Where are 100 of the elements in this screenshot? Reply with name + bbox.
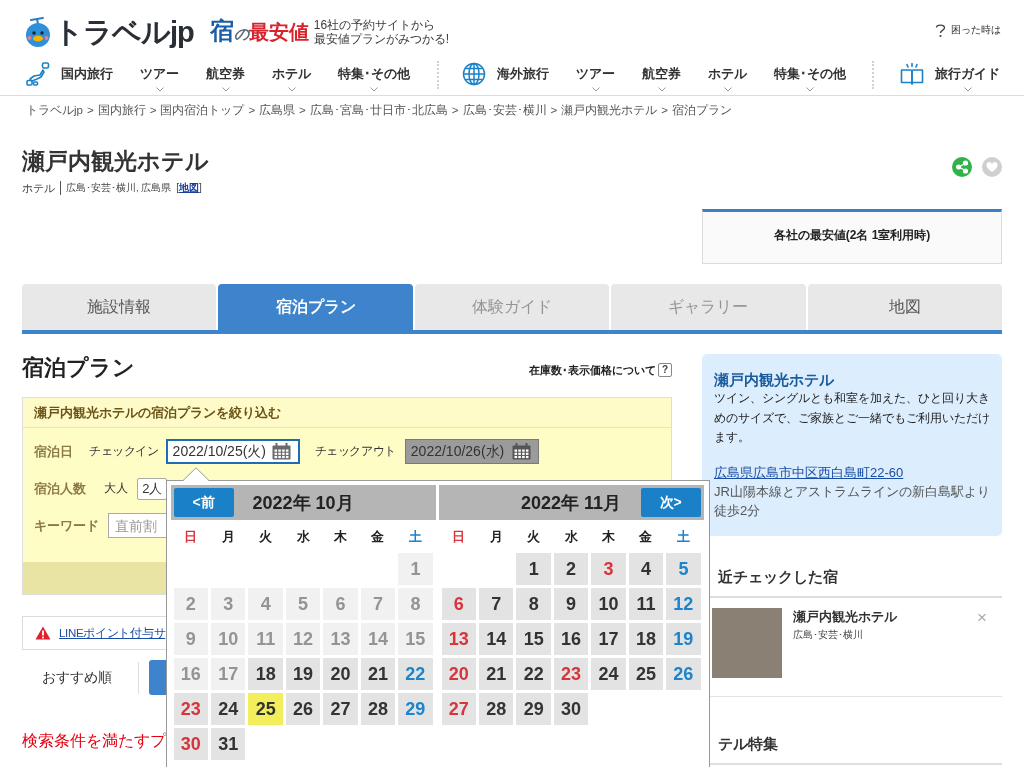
open-book-icon [900,62,924,86]
chevron-down-icon [806,87,814,92]
calendar-day[interactable]: 20 [323,658,358,690]
calendar-day[interactable]: 24 [591,658,626,690]
calendar-day[interactable]: 28 [479,693,514,725]
breadcrumb-link[interactable]: 瀬戸内観光ホテル [561,103,658,117]
calendar-day[interactable]: 14 [479,623,514,655]
breadcrumb-link[interactable]: トラベルjp [26,103,83,117]
nav-link[interactable]: ツアー [576,66,615,92]
help-link[interactable]: 困った時は [935,22,1001,38]
calendar-day[interactable]: 3 [591,553,626,585]
calendar-day: 9 [173,623,209,655]
weekday-label: 月 [220,527,236,546]
breadcrumb-separator: > [149,103,157,117]
calendar-day[interactable]: 2 [553,553,589,585]
help-mark-button[interactable]: ? [658,363,672,377]
breadcrumb-link[interactable]: 広島･宮島･廿日市･北広島 [309,103,448,117]
tab[interactable]: 宿泊プラン [218,284,413,330]
calendar-day[interactable]: 25 [628,658,664,690]
nav-link[interactable]: 特集･その他 [774,66,846,92]
calendar-day: 15 [398,623,433,655]
calendar-day[interactable]: 23 [173,693,209,725]
calendar-day[interactable]: 9 [553,588,589,620]
nav-link[interactable]: 旅行ガイド [935,66,1000,92]
nav-link[interactable]: 特集･その他 [338,66,410,92]
calendar-day[interactable]: 16 [553,623,589,655]
tagline-text: 16社の予約サイトから [313,18,437,32]
breadcrumb-separator: > [451,103,459,117]
previous-month-button[interactable]: <前 [173,488,234,517]
notice-link[interactable]: LINEポイント付与サ [59,625,166,641]
tab[interactable]: 施設情報 [22,284,217,330]
calendar-icon[interactable] [511,443,531,460]
calendar-day[interactable]: 22 [516,658,551,690]
calendar-day[interactable]: 8 [516,588,551,620]
weekday-label: 火 [526,527,542,546]
field-label: チェックイン [89,443,159,460]
info-hotel-name: 瀬戸内観光ホテル [714,371,835,389]
nav-link[interactable]: 国内旅行 [61,66,113,92]
date-field[interactable]: 2022/10/26(水) [404,439,539,464]
breadcrumb-separator: > [550,103,558,117]
calendar-day[interactable]: 13 [441,623,477,655]
calendar-day[interactable]: 29 [516,693,551,725]
calendar-day: 3 [211,588,246,620]
breadcrumb-current: 宿泊プラン [672,103,732,117]
hotel-area: 広島･安芸･横川, 広島県 [66,181,172,195]
calendar-day[interactable]: 21 [360,658,396,690]
calendar-day[interactable]: 24 [211,693,246,725]
calendar-day[interactable]: 25 [248,693,283,725]
nav-link[interactable]: ホテル [708,66,747,92]
date-field[interactable]: 2022/10/25(火) [165,439,300,464]
nav-link[interactable]: 航空券 [206,66,245,92]
calendar-day[interactable]: 7 [479,588,514,620]
next-month-button[interactable]: 次> [640,488,701,517]
calendar-day[interactable]: 10 [591,588,626,620]
sort-option[interactable]: おすすめ順 [22,660,112,695]
breadcrumb-link[interactable]: 広島県 [259,103,296,117]
bird-mascot-icon[interactable] [24,16,52,48]
site-logo-text[interactable]: トラベルjp [54,15,194,49]
breadcrumb-link[interactable]: 国内旅行 [97,103,146,117]
calendar-day[interactable]: 31 [211,728,246,760]
calendar-day[interactable]: 28 [360,693,396,725]
calendar-day[interactable]: 27 [323,693,358,725]
breadcrumb-separator: > [248,103,256,117]
share-icon[interactable] [952,157,972,177]
breadcrumb-link[interactable]: 国内宿泊トップ [160,103,245,117]
nav-link[interactable]: ツアー [140,66,179,92]
best-price-heading: 各社の最安値(2名 1室利用時) [702,209,1002,264]
calendar-day[interactable]: 20 [441,658,477,690]
recent-hotel-link[interactable]: 瀬戸内観光ホテル [793,608,978,625]
breadcrumb-link[interactable]: 広島･安芸･横川 [462,103,547,117]
nav-link[interactable]: 海外旅行 [497,66,549,92]
nav-link[interactable]: 航空券 [642,66,681,92]
calendar-day[interactable]: 17 [591,623,626,655]
address-link[interactable]: 広島県広島市中区西白島町22-60 [714,462,904,482]
weekday-label: 木 [333,527,349,546]
breadcrumb-separator: > [86,103,94,117]
calendar-day[interactable]: 30 [173,728,209,760]
weekday-label: 土 [407,527,423,546]
calendar-day[interactable]: 27 [441,693,477,725]
access-text: JR山陽本線とアストラムラインの新白島駅より徒歩2分 [714,482,991,520]
calendar-day: 10 [211,623,246,655]
calendar-day[interactable]: 18 [628,623,664,655]
bracket-text: [ [176,181,180,195]
calendar-day: 17 [211,658,246,690]
calendar-day[interactable]: 11 [628,588,664,620]
calendar-day[interactable]: 23 [553,658,589,690]
calendar-day[interactable]: 19 [285,658,321,690]
calendar-icon[interactable] [271,443,291,460]
calendar-day[interactable]: 15 [516,623,551,655]
tab[interactable]: 地図 [807,284,1002,330]
nav-link[interactable]: ホテル [272,66,311,92]
adults-select[interactable]: 2人 [137,477,168,500]
calendar-day[interactable]: 1 [516,553,551,585]
calendar-day[interactable]: 18 [248,658,283,690]
calendar-day[interactable]: 4 [628,553,664,585]
calendar-day[interactable]: 26 [285,693,321,725]
calendar-day[interactable]: 30 [553,693,589,725]
calendar-day[interactable]: 21 [479,658,514,690]
calendar-day[interactable]: 6 [441,588,477,620]
price-info-link[interactable]: 在庫数･表示価格について [529,362,656,378]
